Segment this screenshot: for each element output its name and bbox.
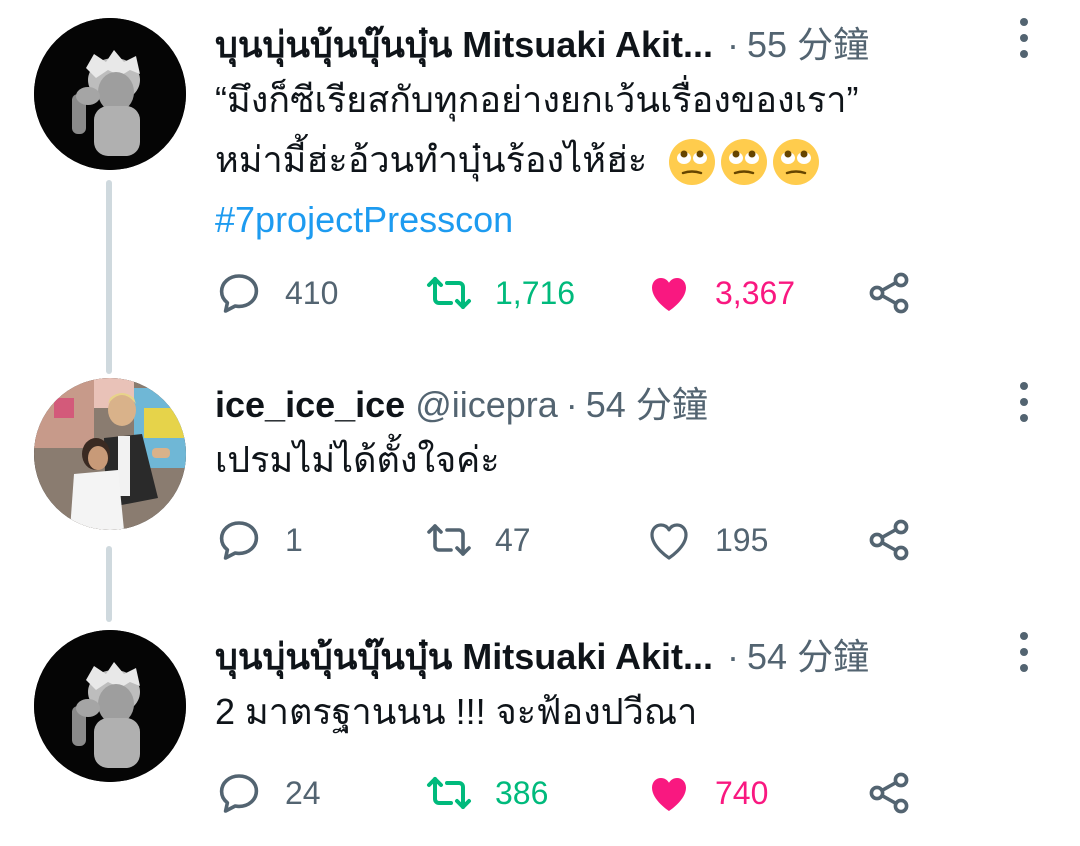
- tweet[interactable]: ice_ice_ice @iicepra · 54 分鐘 เปรมไม่ได้ต…: [0, 370, 1080, 620]
- heart-icon: [652, 778, 686, 811]
- avatar[interactable]: [34, 18, 186, 170]
- like-button[interactable]: 3,367: [645, 268, 865, 318]
- share-icon: [869, 272, 909, 314]
- heart-icon: [652, 278, 686, 311]
- share-button[interactable]: [865, 768, 925, 818]
- heart-icon: [650, 523, 688, 560]
- reply-button[interactable]: 410: [215, 268, 425, 318]
- retweet-button[interactable]: 386: [425, 768, 645, 818]
- rolling-eyes-emoji-icon: [669, 139, 716, 186]
- retweet-button[interactable]: 1,716: [425, 268, 645, 318]
- retweet-button[interactable]: 47: [425, 515, 645, 565]
- tweet[interactable]: บุนบุ่นบุ้นบุ๊นบุ๋น Mitsuaki Akit... · 5…: [0, 0, 1080, 370]
- tweet[interactable]: บุนบุ่นบุ้นบุ๊นบุ๋น Mitsuaki Akit... · 5…: [0, 620, 1080, 846]
- timestamp[interactable]: 55 分鐘: [747, 20, 869, 70]
- timestamp[interactable]: 54 分鐘: [747, 632, 869, 682]
- retweet-icon: [427, 524, 471, 556]
- action-bar: 410 1,716 3,367: [215, 268, 930, 318]
- timestamp[interactable]: 54 分鐘: [586, 380, 708, 430]
- reply-button[interactable]: 1: [215, 515, 425, 565]
- tweet-text-line: “มึงก็ซีเรียสกับทุกอย่างยกเว้นเรื่องของเ…: [215, 79, 859, 120]
- like-button[interactable]: 740: [645, 768, 865, 818]
- reply-bubble-icon: [219, 274, 259, 313]
- more-vertical-icon[interactable]: [1018, 18, 1030, 58]
- rolling-eyes-emoji-icon: [721, 139, 768, 186]
- more-vertical-icon[interactable]: [1018, 382, 1030, 422]
- like-count: 3,367: [715, 274, 796, 311]
- reply-button[interactable]: 24: [215, 768, 425, 818]
- retweet-icon: [427, 777, 471, 809]
- display-name[interactable]: บุนบุ่นบุ้นบุ๊นบุ๋น Mitsuaki Akit...: [215, 632, 713, 682]
- tweet-text-line: เปรมไม่ได้ตั้งใจค่ะ: [215, 439, 500, 480]
- reply-bubble-icon: [219, 774, 259, 813]
- share-icon: [869, 519, 909, 561]
- retweet-count: 47: [495, 521, 531, 558]
- share-button[interactable]: [865, 515, 925, 565]
- reply-count: 1: [285, 521, 303, 558]
- retweet-icon: [427, 277, 471, 309]
- reply-count: 24: [285, 774, 321, 811]
- action-bar: 1 47 195: [215, 515, 930, 565]
- tweet-text-line: หม่ามี้ฮ่ะอ้วนทำบุ๋นร้องไห้ฮ่ะ: [215, 139, 648, 180]
- share-button[interactable]: [865, 268, 925, 318]
- more-vertical-icon[interactable]: [1018, 632, 1030, 672]
- reply-count: 410: [285, 274, 339, 311]
- action-bar: 24 386 740: [215, 768, 930, 818]
- tweet-text-line: 2 มาตรฐานนน !!! จะฟ้องปวีณา: [215, 691, 698, 732]
- display-name[interactable]: ice_ice_ice: [215, 380, 405, 430]
- like-count: 740: [715, 774, 769, 811]
- display-name[interactable]: บุนบุ่นบุ้นบุ๊นบุ๋น Mitsuaki Akit...: [215, 20, 713, 70]
- like-count: 195: [715, 521, 769, 558]
- reply-bubble-icon: [219, 521, 259, 560]
- avatar[interactable]: [34, 378, 186, 530]
- retweet-count: 386: [495, 774, 549, 811]
- avatar[interactable]: [34, 630, 186, 782]
- separator-dot: ·: [727, 636, 740, 677]
- retweet-count: 1,716: [495, 274, 576, 311]
- separator-dot: ·: [727, 24, 740, 65]
- separator-dot: ·: [565, 384, 578, 425]
- hashtag-link[interactable]: #7projectPresscon: [215, 190, 1000, 250]
- rolling-eyes-emoji-icon: [773, 139, 820, 186]
- share-icon: [869, 772, 909, 814]
- user-handle[interactable]: @iicepra: [415, 380, 558, 430]
- like-button[interactable]: 195: [645, 515, 865, 565]
